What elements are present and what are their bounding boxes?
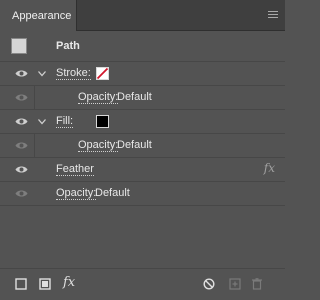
fill-label[interactable]: Fill: <box>56 115 74 128</box>
fill-visibility-eye-icon[interactable] <box>15 117 28 126</box>
object-opacity-label[interactable]: Opacity: <box>56 187 97 200</box>
path-thumbnail <box>11 38 27 54</box>
add-new-fill-icon[interactable] <box>39 278 51 290</box>
object-opacity-value: Default <box>95 187 130 199</box>
feather-row[interactable]: Feather fx <box>0 158 285 182</box>
delete-item-trash-icon[interactable] <box>251 278 263 290</box>
none-swatch-slash-icon <box>97 68 108 79</box>
feather-fx-icon[interactable]: fx <box>264 161 275 175</box>
stroke-opacity-visibility-eye-icon[interactable] <box>15 93 28 102</box>
fill-expand-chevron-down-icon[interactable] <box>38 119 46 125</box>
fill-opacity-row[interactable]: Opacity: Default <box>0 134 285 158</box>
duplicate-item-icon[interactable] <box>229 278 241 290</box>
stroke-opacity-row[interactable]: Opacity: Default <box>0 86 285 110</box>
panel-bottom-toolbar: fx <box>0 268 285 300</box>
fill-opacity-label[interactable]: Opacity: <box>78 139 119 152</box>
feather-visibility-eye-icon[interactable] <box>15 165 28 174</box>
indent-guide <box>34 86 35 109</box>
panel-menu-icon[interactable] <box>268 11 278 19</box>
stroke-opacity-label[interactable]: Opacity: <box>78 91 119 104</box>
add-new-effect-fx-icon[interactable]: fx <box>63 275 75 290</box>
feather-effect-label[interactable]: Feather <box>56 163 94 176</box>
add-new-stroke-icon[interactable] <box>15 278 27 290</box>
opacity-visibility-eye-icon[interactable] <box>15 189 28 198</box>
fill-swatch-black[interactable] <box>96 115 109 128</box>
stroke-visibility-eye-icon[interactable] <box>15 69 28 78</box>
object-type-title: Path <box>56 40 80 52</box>
fill-opacity-value: Default <box>117 139 152 151</box>
indent-guide <box>34 134 35 157</box>
stroke-expand-chevron-down-icon[interactable] <box>38 71 46 77</box>
fill-opacity-visibility-eye-icon[interactable] <box>15 141 28 150</box>
object-header-row[interactable]: Path <box>0 31 285 62</box>
object-opacity-row[interactable]: Opacity: Default <box>0 182 285 206</box>
appearance-tab[interactable]: Appearance <box>0 0 77 31</box>
stroke-swatch-none[interactable] <box>96 67 109 80</box>
stroke-opacity-value: Default <box>117 91 152 103</box>
panel-tabbar: Appearance <box>0 0 285 31</box>
appearance-tab-label: Appearance <box>12 10 72 22</box>
stroke-row[interactable]: Stroke: <box>0 62 285 86</box>
stroke-label[interactable]: Stroke: <box>56 67 91 80</box>
clear-appearance-icon[interactable] <box>203 278 215 290</box>
fill-row[interactable]: Fill: <box>0 110 285 134</box>
